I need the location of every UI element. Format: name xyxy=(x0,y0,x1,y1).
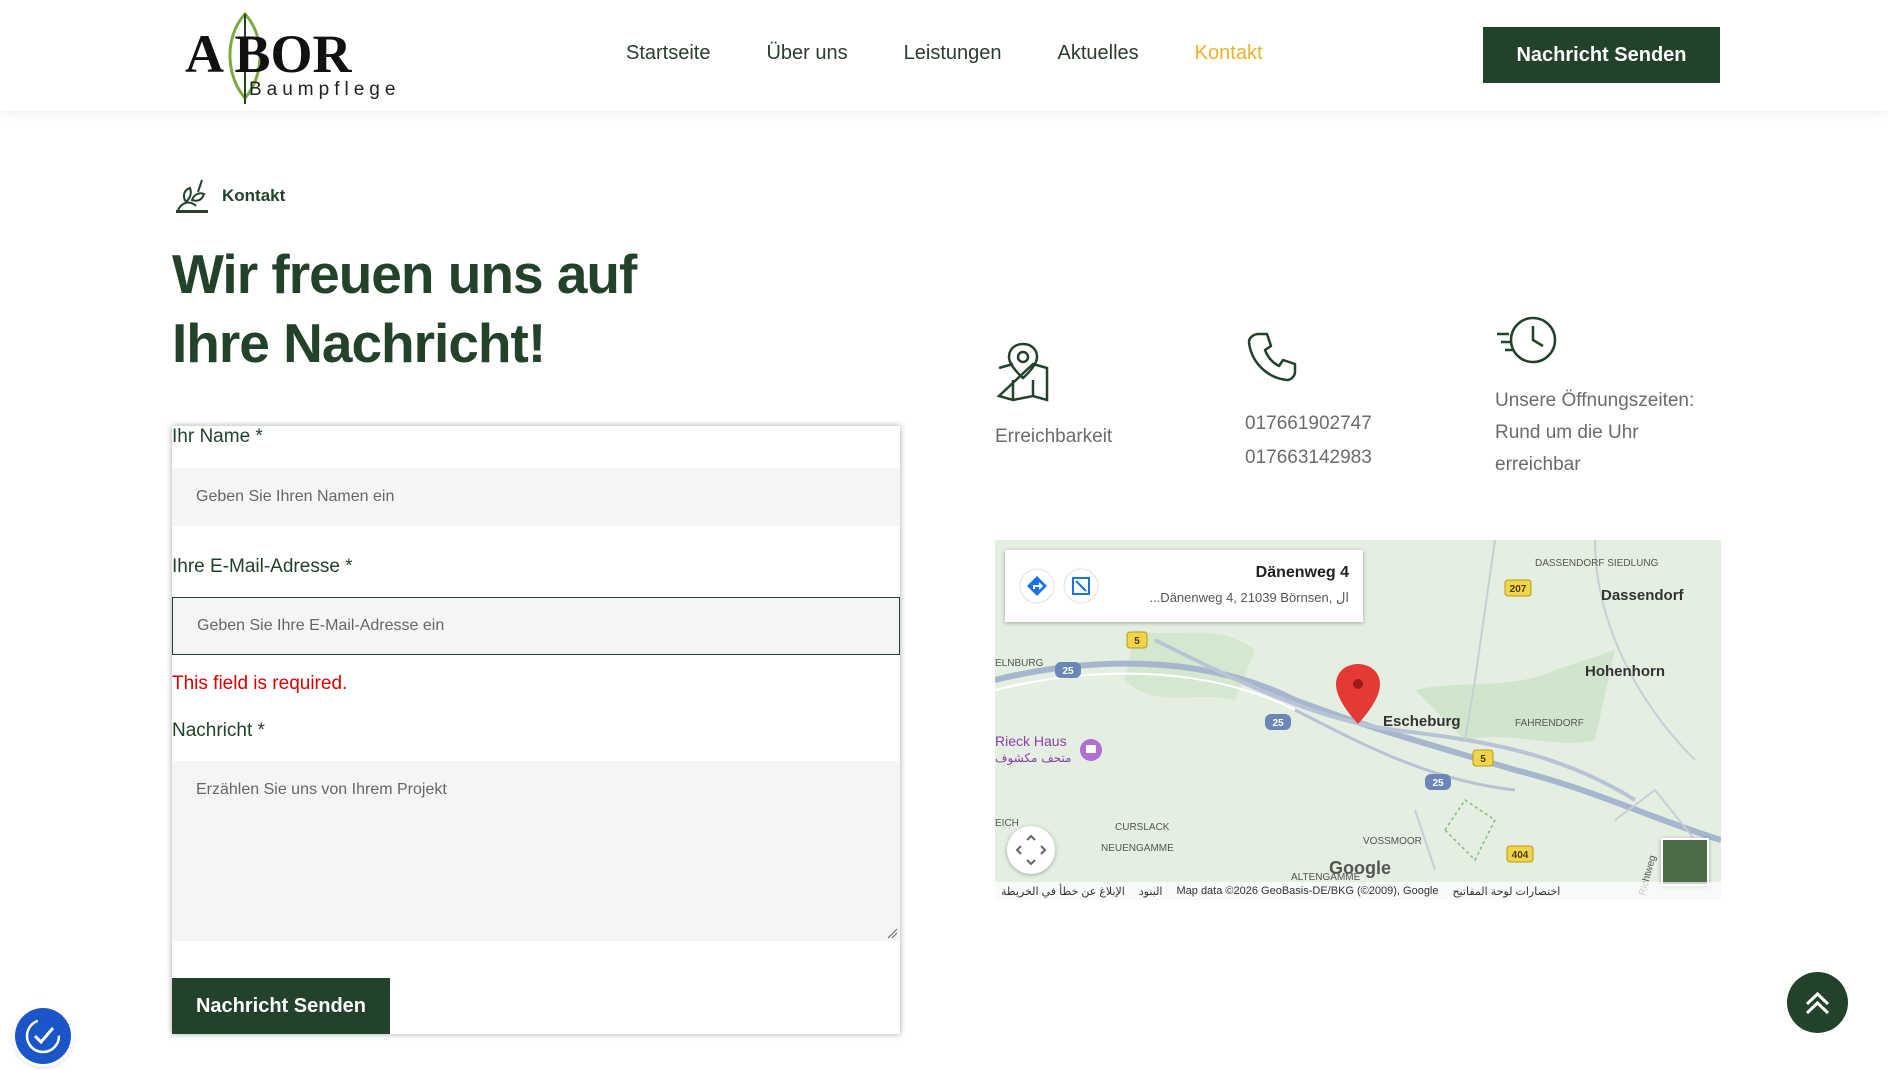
info-hours: Unsere Öffnungszeiten: Rund um die Uhr e… xyxy=(1495,314,1694,481)
info-reachability: Erreichbarkeit xyxy=(995,340,1112,453)
nav-aktuelles[interactable]: Aktuelles xyxy=(1058,42,1139,65)
cookie-consent-button[interactable] xyxy=(15,1008,71,1064)
road-label-25a: 25 xyxy=(1062,666,1074,677)
info-phone: 017661902747 017663142983 xyxy=(1245,328,1372,475)
map-pin-icon xyxy=(996,342,1049,402)
header-send-message-button[interactable]: Nachricht Senden xyxy=(1483,27,1720,83)
name-input[interactable]: Geben Sie Ihren Namen ein xyxy=(172,468,900,526)
expand-map-icon[interactable] xyxy=(1063,568,1099,604)
map-label-escheburg: Escheburg xyxy=(1383,713,1461,730)
resize-handle-icon[interactable] xyxy=(886,927,898,939)
page-title: Wir freuen uns auf Ihre Nachricht! xyxy=(172,240,792,378)
site-header: A BOR Baumpflege Startseite Über uns Lei… xyxy=(0,0,1888,111)
map-label-rieck-haus: Rieck Haus xyxy=(995,733,1067,749)
satellite-view-toggle[interactable] xyxy=(1661,838,1709,886)
submit-button[interactable]: Nachricht Senden xyxy=(172,978,390,1034)
nav-startseite[interactable]: Startseite xyxy=(626,42,710,65)
map-terms-link[interactable]: البنود xyxy=(1139,885,1163,898)
double-chevron-up-icon xyxy=(1805,991,1830,1015)
map-shortcuts-link[interactable]: اختصارات لوحة المفاتيح xyxy=(1453,885,1561,898)
logo-subtext: Baumpflege xyxy=(249,79,400,100)
map-label-rieck-haus-ar: متحف مكشوف xyxy=(995,751,1071,766)
map-place-title: Dänenweg 4 xyxy=(1255,564,1349,581)
hours-line-1: Unsere Öffnungszeiten: xyxy=(1495,390,1695,411)
map-label-vossmoor: VOSSMOOR xyxy=(1363,836,1422,847)
phone-number-1[interactable]: 017661902747 xyxy=(1245,407,1372,441)
map-report-link[interactable]: الإبلاغ عن خطأ في الخريطة xyxy=(1001,885,1125,898)
name-label: Ihr Name * xyxy=(172,426,263,447)
logo-text: A BOR xyxy=(185,24,353,84)
road-label-25c: 25 xyxy=(1432,778,1444,789)
move-arrows-icon xyxy=(1015,834,1047,866)
google-logo: Google xyxy=(1329,858,1391,878)
map-label-fahrendorf: FAHRENDORF xyxy=(1515,718,1584,729)
map-label-hohenhorn: Hohenhorn xyxy=(1585,663,1665,680)
map-place-address: ...Dänenweg 4, 21039 Börnsen, ال xyxy=(1149,590,1349,605)
road-label-404: 404 xyxy=(1512,850,1529,861)
contact-form: Ihr Name * Geben Sie Ihren Namen ein Ihr… xyxy=(172,426,900,1034)
arbor-logo[interactable]: A BOR Baumpflege xyxy=(183,8,403,104)
map-label-elnburg: ELNBURG xyxy=(995,658,1044,669)
hours-line-3: erreichbar xyxy=(1495,454,1581,475)
map-label-curslack: CURSLACK xyxy=(1115,822,1170,833)
cookie-check-icon xyxy=(25,1018,61,1054)
message-label: Nachricht * xyxy=(172,720,265,741)
phone-number-2[interactable]: 017663142983 xyxy=(1245,441,1372,475)
map-label-dassendorf-siedlung: DASSENDORF SIEDLUNG xyxy=(1535,558,1659,569)
road-label-5a: 5 xyxy=(1134,636,1140,647)
message-placeholder: Erzählen Sie uns von Ihrem Projekt xyxy=(196,781,447,798)
map-attribution: الإبلاغ عن خطأ في الخريطة البنود Map dat… xyxy=(995,882,1721,900)
main-nav: Startseite Über uns Leistungen Aktuelles… xyxy=(626,42,1319,65)
hours-line-2: Rund um die Uhr xyxy=(1495,422,1639,443)
map-label-dassendorf: Dassendorf xyxy=(1601,587,1685,604)
map-data-credit: Map data ©2026 GeoBasis-DE/BKG (©2009), … xyxy=(1176,885,1439,897)
clock-icon xyxy=(1497,316,1557,364)
google-map[interactable]: 207 5 25 25 5 25 404 DASSENDORF SIEDLUNG… xyxy=(995,540,1721,900)
nav-ueber-uns[interactable]: Über uns xyxy=(766,42,847,65)
page-title-line2: Ihre Nachricht! xyxy=(172,312,546,374)
page-title-line1: Wir freuen uns auf xyxy=(172,243,637,305)
road-label-5b: 5 xyxy=(1480,754,1486,765)
section-eyebrow-label: Kontakt xyxy=(222,186,286,205)
email-input[interactable]: Geben Sie Ihre E-Mail-Adresse ein xyxy=(172,597,900,655)
road-label-25b: 25 xyxy=(1272,718,1284,729)
gardening-icon xyxy=(176,179,208,213)
scroll-to-top-button[interactable] xyxy=(1787,972,1848,1033)
message-textarea[interactable]: Erzählen Sie uns von Ihrem Projekt xyxy=(172,761,900,941)
nav-leistungen[interactable]: Leistungen xyxy=(904,42,1002,65)
email-error-message: This field is required. xyxy=(172,673,348,694)
reachability-text: Erreichbarkeit xyxy=(995,426,1113,447)
directions-icon[interactable] xyxy=(1019,568,1055,604)
map-place-card[interactable]: Dänenweg 4 ...Dänenweg 4, 21039 Börnsen,… xyxy=(1005,550,1363,622)
email-label: Ihre E-Mail-Adresse * xyxy=(172,556,353,577)
map-label-neuengamme: NEUENGAMME xyxy=(1101,843,1174,854)
section-eyebrow: Kontakt xyxy=(172,176,285,216)
road-label-207: 207 xyxy=(1510,584,1527,595)
phone-icon xyxy=(1247,332,1297,382)
nav-kontakt[interactable]: Kontakt xyxy=(1195,42,1263,65)
map-pan-control[interactable] xyxy=(1007,826,1055,874)
